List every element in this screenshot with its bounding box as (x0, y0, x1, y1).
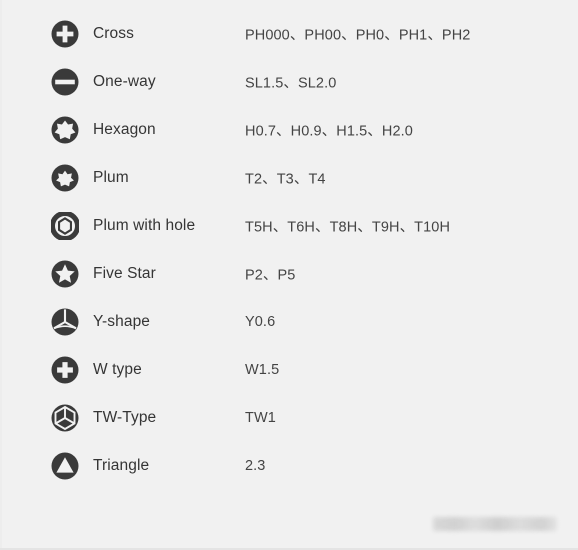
list-item: Five Star P2、P5 (0, 250, 578, 298)
list-item: Cross PH000、PH00、PH0、PH1、PH2 (0, 10, 578, 58)
list-item: Hexagon H0.7、H0.9、H1.5、H2.0 (0, 106, 578, 154)
five-star-pentalobe-icon (51, 260, 79, 288)
cross-phillips-icon (51, 20, 79, 48)
list-item: TW-Type TW1 (0, 394, 578, 442)
bit-sizes: Y0.6 (245, 314, 276, 330)
list-item: Triangle 2.3 (0, 442, 578, 490)
one-way-slotted-icon (51, 68, 79, 96)
bit-name: Y-shape (93, 313, 151, 330)
bit-sizes: H0.7、H0.9、H1.5、H2.0 (245, 123, 413, 140)
bit-sizes: SL1.5、SL2.0 (245, 75, 337, 92)
bit-name: Five Star (93, 265, 156, 282)
list-item: Plum T2、T3、T4 (0, 154, 578, 202)
bit-sizes: TW1 (245, 410, 276, 426)
plum-torx-icon (51, 164, 79, 192)
bit-sizes: T5H、T6H、T8H、T9H、T10H (245, 219, 451, 236)
bit-sizes: W1.5 (245, 362, 280, 378)
bit-name: W type (93, 361, 142, 378)
bit-name: Cross (93, 25, 134, 42)
bit-name: Plum with hole (93, 217, 196, 234)
list-item: W type W1.5 (0, 346, 578, 394)
bit-name: TW-Type (93, 409, 157, 426)
blurred-watermark (433, 517, 557, 531)
list-item: Y-shape Y0.6 (0, 298, 578, 346)
bit-name: Plum (93, 169, 129, 186)
bit-sizes: PH000、PH00、PH0、PH1、PH2 (245, 27, 471, 44)
bit-sizes: T2、T3、T4 (245, 171, 326, 188)
plum-with-hole-icon (51, 212, 79, 240)
bit-name: Triangle (93, 457, 150, 474)
bit-type-list-page: Cross PH000、PH00、PH0、PH1、PH2 One-way SL1… (0, 0, 578, 550)
bit-type-list: Cross PH000、PH00、PH0、PH1、PH2 One-way SL1… (0, 10, 578, 490)
bit-sizes: P2、P5 (245, 267, 296, 284)
bit-name: Hexagon (93, 121, 156, 138)
hexagon-star-icon (51, 116, 79, 144)
y-shape-tripoint-icon (51, 308, 79, 336)
tw-type-hexagon-icon (51, 404, 79, 432)
list-item: One-way SL1.5、SL2.0 (0, 58, 578, 106)
bit-name: One-way (93, 73, 156, 90)
w-type-cross-icon (51, 356, 79, 384)
triangle-icon (51, 452, 79, 480)
bit-sizes: 2.3 (245, 458, 266, 474)
list-item: Plum with hole T5H、T6H、T8H、T9H、T10H (0, 202, 578, 250)
